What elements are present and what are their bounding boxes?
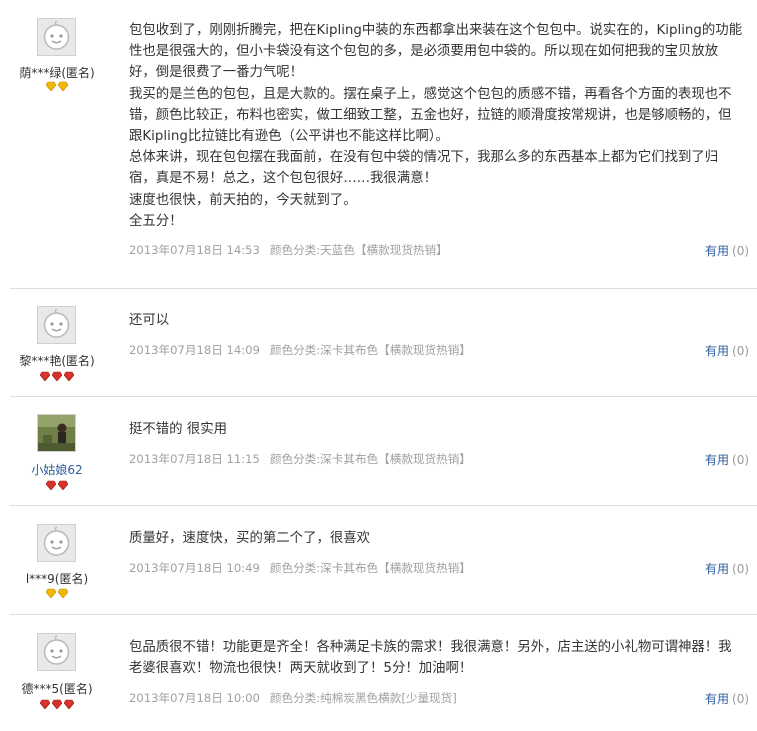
- review-meta: 2013年07月18日 10:00 颜色分类:纯棉炭黑色横款[少量现货]: [129, 690, 457, 706]
- user-photo-avatar[interactable]: [37, 414, 76, 452]
- red-heart-diamond-icon: [64, 699, 74, 709]
- gold-diamond-icon: [58, 81, 68, 91]
- review-text-line: 老婆很喜欢！物流也很快！两天就收到了！5分！加油啊！: [129, 661, 473, 677]
- reviewer-name: 德***5(匿名): [21, 682, 93, 696]
- reviewer-level-badges: [0, 81, 114, 93]
- helpful-button[interactable]: 有用: [705, 344, 729, 358]
- helpful-count: (0): [732, 692, 750, 706]
- review-text-line: 挺不错的 很实用: [129, 422, 227, 437]
- gold-diamond-icon: [58, 588, 68, 598]
- helpful-count: (0): [732, 244, 750, 258]
- review-text: 包品质很不错！功能更是齐全！各种满足卡族的需求！我很满意！另外，店主送的小礼物可…: [129, 637, 757, 679]
- review-text-line: 总体来讲，现在包包摆在我面前，在没有包中袋的情况下，我那么多的东西基本上都为它们…: [129, 150, 719, 166]
- helpful-button[interactable]: 有用: [705, 562, 729, 576]
- review-sku-spec: 颜色分类:天蓝色【横款现货热销】: [269, 243, 448, 257]
- review-text: 挺不错的 很实用: [129, 419, 757, 440]
- default-avatar-icon[interactable]: [37, 524, 76, 562]
- review-text-line: 速度也很快，前天拍的，今天就到了。: [129, 192, 357, 208]
- review-text-line: 包品质很不错！功能更是齐全！各种满足卡族的需求！我很满意！另外，店主送的小礼物可…: [129, 640, 732, 655]
- helpful-button[interactable]: 有用: [705, 244, 729, 258]
- review-text-line: 错，颜色比较正，布料也密实，做工细致工整，五金也好，拉链的顺滑度按常规讲，也是够…: [129, 107, 732, 123]
- gold-diamond-icon: [46, 588, 56, 598]
- gold-diamond-icon: [46, 81, 56, 91]
- review-divider: [10, 614, 757, 615]
- reviewer-name: 黎***艳(匿名): [19, 354, 95, 368]
- review-date: 2013年07月18日 10:49: [129, 561, 260, 575]
- reviewer-level-badges: [0, 699, 114, 711]
- reviewer-name: l***9(匿名): [25, 572, 89, 586]
- helpful-count: (0): [732, 453, 750, 467]
- default-avatar-icon[interactable]: [37, 18, 76, 56]
- review-date: 2013年07月18日 14:09: [129, 343, 260, 357]
- helpful-vote: 有用 (0): [705, 690, 749, 707]
- review-date: 2013年07月18日 10:00: [129, 691, 260, 705]
- default-avatar-icon[interactable]: [37, 306, 76, 344]
- review-text-line: 包包收到了，刚刚折腾完，把在Kipling中装的东西都拿出来装在这个包包中。说实…: [129, 23, 743, 38]
- review-meta: 2013年07月18日 10:49 颜色分类:深卡其布色【横款现货热销】: [129, 560, 471, 576]
- helpful-count: (0): [732, 344, 750, 358]
- review-text: 质量好，速度快，买的第二个了，很喜欢: [129, 528, 757, 549]
- reviewer-name-link[interactable]: 小姑娘62: [0, 461, 114, 478]
- review-divider: [10, 288, 757, 289]
- default-avatar-icon[interactable]: [37, 633, 76, 671]
- review-text-line: 性也是很强大的，但小卡袋没有这个包包的多，是必须要用包中袋的。所以现在如何把我的…: [129, 44, 719, 60]
- review-meta: 2013年07月18日 14:53 颜色分类:天蓝色【横款现货热销】: [129, 242, 448, 258]
- review-date: 2013年07月18日 11:15: [129, 452, 260, 466]
- helpful-vote: 有用 (0): [705, 560, 749, 577]
- review-sku-spec: 颜色分类:深卡其布色【横款现货热销】: [269, 561, 471, 575]
- review-text-line: 跟Kipling比拉链比有逊色（公平讲也不能这样比啊）。: [129, 129, 449, 145]
- reviewer-name: 荫***绿(匿名): [19, 66, 95, 80]
- red-heart-diamond-icon: [64, 371, 74, 381]
- red-heart-diamond-icon: [58, 480, 68, 490]
- review-divider: [10, 505, 757, 506]
- helpful-button[interactable]: 有用: [705, 453, 729, 467]
- review-text-line: 我买的是兰色的包包，且是大款的。摆在桌子上，感觉这个包包的质感不错，再看各个方面…: [129, 86, 732, 102]
- review-text-line: 全五分！: [129, 213, 183, 229]
- review-divider: [10, 396, 757, 397]
- review-sku-spec: 颜色分类:纯棉炭黑色横款[少量现货]: [269, 691, 457, 705]
- review-text-line: 好，倒是很费了一番力气呢！: [129, 65, 304, 81]
- review-sku-spec: 颜色分类:深卡其布色【横款现货热销】: [269, 343, 471, 357]
- review-meta: 2013年07月18日 14:09 颜色分类:深卡其布色【横款现货热销】: [129, 342, 471, 358]
- helpful-button[interactable]: 有用: [705, 692, 729, 706]
- review-meta: 2013年07月18日 11:15 颜色分类:深卡其布色【横款现货热销】: [129, 451, 471, 467]
- red-heart-diamond-icon: [46, 480, 56, 490]
- red-heart-diamond-icon: [52, 699, 62, 709]
- reviewer-level-badges: [0, 371, 114, 383]
- helpful-vote: 有用 (0): [705, 451, 749, 468]
- red-heart-diamond-icon: [40, 371, 50, 381]
- review-text: 包包收到了，刚刚折腾完，把在Kipling中装的东西都拿出来装在这个包包中。说实…: [129, 20, 757, 232]
- review-sku-spec: 颜色分类:深卡其布色【横款现货热销】: [269, 452, 471, 466]
- reviewer-level-badges: [0, 588, 114, 600]
- review-text-line: 质量好，速度快，买的第二个了，很喜欢: [129, 531, 371, 546]
- review-text-line: 还可以: [129, 313, 170, 328]
- reviewer-level-badges: [0, 480, 114, 492]
- helpful-count: (0): [732, 562, 750, 576]
- review-text: 还可以: [129, 310, 757, 331]
- review-date: 2013年07月18日 14:53: [129, 243, 260, 257]
- review-text-line: 宿，真是不易！总之，这个包包很好……我很满意！: [129, 171, 437, 187]
- helpful-vote: 有用 (0): [705, 342, 749, 359]
- helpful-vote: 有用 (0): [705, 242, 749, 259]
- red-heart-diamond-icon: [52, 371, 62, 381]
- red-heart-diamond-icon: [40, 699, 50, 709]
